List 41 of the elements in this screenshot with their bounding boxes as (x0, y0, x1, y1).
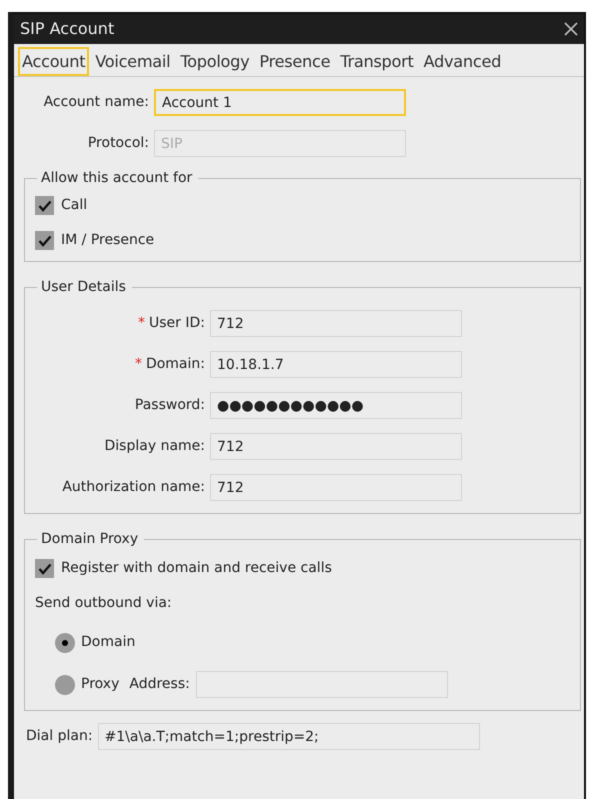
radio-button[interactable] (55, 632, 75, 653)
group-title: User Details (40, 280, 127, 294)
radio-button[interactable] (55, 674, 75, 695)
field-label: Dial plan: (26, 727, 93, 746)
field-label: Protocol: (86, 134, 149, 154)
tab[interactable]: Presence (255, 47, 334, 76)
required-marker: * (138, 314, 145, 334)
tab[interactable]: Account (18, 47, 90, 76)
checkbox-label: Call (61, 196, 88, 216)
radio-label: Domain (81, 633, 136, 652)
input-field[interactable]: 712 (210, 433, 462, 460)
field-label: Domain: (146, 355, 205, 374)
field-label: Send outbound via: (35, 594, 172, 614)
checkbox-label: Register with domain and receive calls (61, 559, 332, 578)
field-label: Authorization name: (62, 478, 205, 498)
input-field[interactable]: Account 1 (154, 89, 406, 116)
input-field[interactable] (196, 671, 448, 698)
input-field[interactable]: 712 (210, 474, 462, 502)
window-title: SIP Account (20, 18, 114, 40)
tab[interactable]: Transport (336, 47, 418, 76)
field-label: User ID: (149, 314, 205, 334)
input-field[interactable]: #1\a\a.T;match=1;prestrip=2; (98, 723, 480, 750)
group-title: Domain Proxy (40, 532, 140, 546)
required-marker: * (134, 355, 142, 374)
checkbox[interactable] (35, 196, 54, 216)
field-label: Account name: (42, 93, 149, 112)
checkbox[interactable] (35, 559, 54, 578)
group-title: Allow this account for (40, 171, 194, 186)
input-field[interactable]: 712 (210, 310, 462, 338)
field-label: Address: (129, 675, 190, 694)
field-label: Display name: (104, 437, 205, 456)
input-field[interactable]: ●●●●●●●●●●●● (210, 392, 462, 420)
radio-label: Proxy (81, 675, 120, 694)
input-field[interactable]: 10.18.1.7 (210, 351, 462, 378)
tab[interactable]: Topology (176, 47, 254, 76)
tab[interactable]: Voicemail (91, 47, 174, 76)
checkbox-label: IM / Presence (61, 231, 154, 250)
close-icon[interactable] (564, 22, 578, 36)
checkbox[interactable] (35, 231, 54, 250)
field-label: Password: (134, 396, 205, 416)
tab[interactable]: Advanced (420, 47, 506, 76)
